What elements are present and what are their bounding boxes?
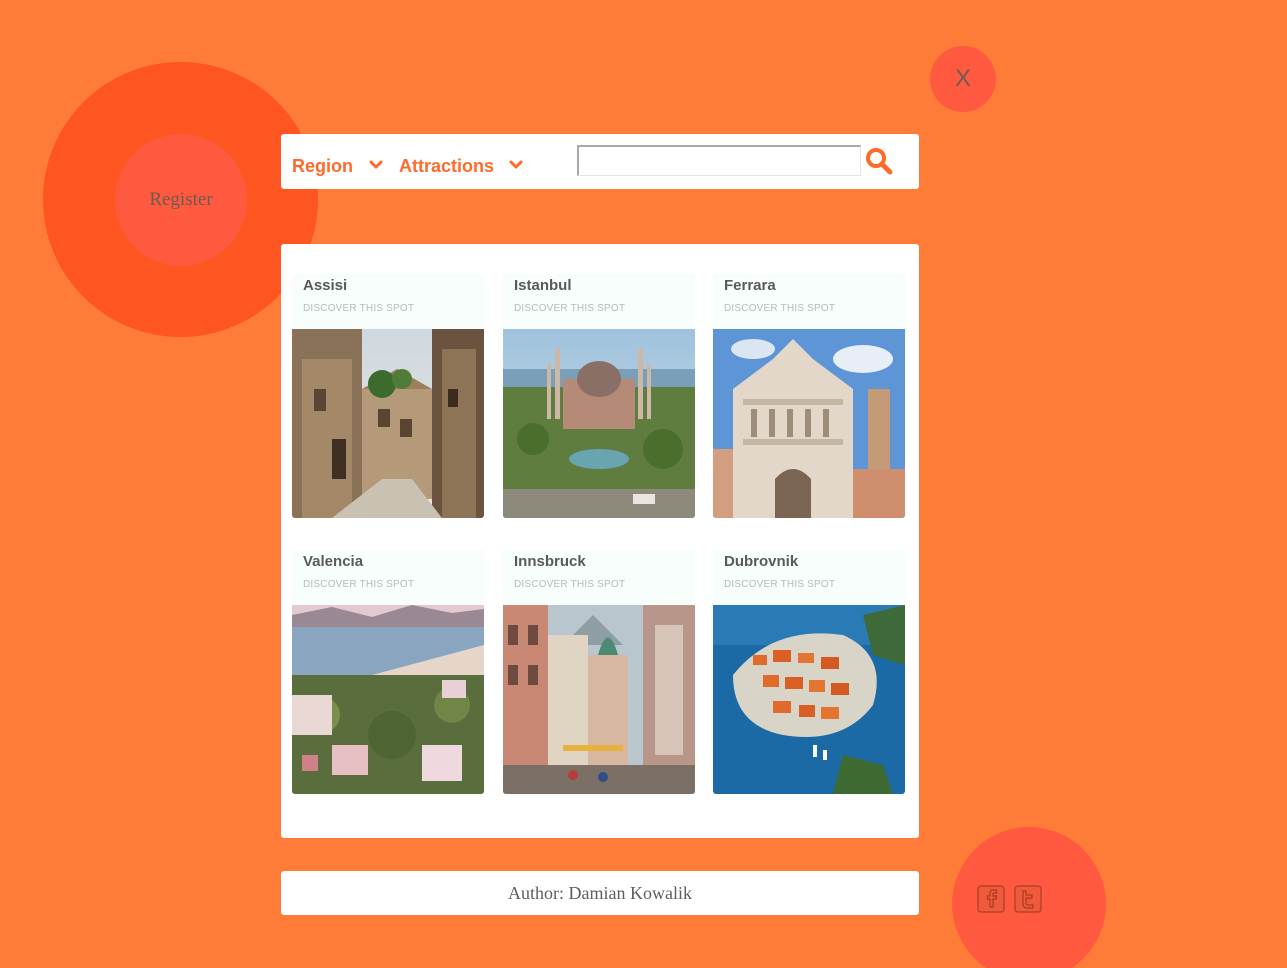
card-title: Istanbul: [514, 277, 572, 294]
close-button[interactable]: X: [930, 46, 996, 112]
card-subtitle: DISCOVER THIS SPOT: [514, 579, 626, 590]
destination-card-assisi[interactable]: Assisi DISCOVER THIS SPOT: [292, 274, 484, 518]
card-header: Dubrovnik DISCOVER THIS SPOT: [713, 550, 905, 605]
card-header: Innsbruck DISCOVER THIS SPOT: [503, 550, 695, 605]
twitter-icon[interactable]: [1014, 885, 1042, 913]
destinations-panel: Assisi DISCOVER THIS SPOT Istanbul DISCO…: [281, 244, 919, 838]
card-header: Istanbul DISCOVER THIS SPOT: [503, 274, 695, 329]
search-icon[interactable]: [864, 146, 894, 176]
dubrovnik-photo[interactable]: [713, 605, 905, 794]
page: Register X Region Attractions Assisi DIS…: [0, 0, 1287, 968]
nav-attractions-dropdown[interactable]: Attractions: [399, 156, 494, 177]
destination-card-valencia[interactable]: Valencia DISCOVER THIS SPOT: [292, 550, 484, 794]
card-subtitle: DISCOVER THIS SPOT: [303, 303, 415, 314]
card-subtitle: DISCOVER THIS SPOT: [514, 303, 626, 314]
card-header: Valencia DISCOVER THIS SPOT: [292, 550, 484, 605]
chevron-down-icon[interactable]: [369, 158, 383, 172]
facebook-icon[interactable]: [977, 885, 1005, 913]
destination-card-dubrovnik[interactable]: Dubrovnik DISCOVER THIS SPOT: [713, 550, 905, 794]
card-subtitle: DISCOVER THIS SPOT: [724, 303, 836, 314]
card-header: Assisi DISCOVER THIS SPOT: [292, 274, 484, 329]
card-subtitle: DISCOVER THIS SPOT: [724, 579, 836, 590]
chevron-down-icon[interactable]: [509, 158, 523, 172]
card-title: Assisi: [303, 277, 348, 294]
card-header: Ferrara DISCOVER THIS SPOT: [713, 274, 905, 329]
destination-card-ferrara[interactable]: Ferrara DISCOVER THIS SPOT: [713, 274, 905, 518]
footer-author: Author: Damian Kowalik: [281, 871, 919, 915]
destination-card-istanbul[interactable]: Istanbul DISCOVER THIS SPOT: [503, 274, 695, 518]
card-title: Ferrara: [724, 277, 776, 294]
card-subtitle: DISCOVER THIS SPOT: [303, 579, 415, 590]
istanbul-photo[interactable]: [503, 329, 695, 518]
ferrara-photo[interactable]: [713, 329, 905, 518]
navigation-bar: Region Attractions: [281, 134, 919, 189]
card-title: Dubrovnik: [724, 553, 799, 570]
innsbruck-photo[interactable]: [503, 605, 695, 794]
card-title: Valencia: [303, 553, 364, 570]
search-input[interactable]: [577, 145, 861, 176]
destination-card-innsbruck[interactable]: Innsbruck DISCOVER THIS SPOT: [503, 550, 695, 794]
card-title: Innsbruck: [514, 553, 586, 570]
valencia-photo[interactable]: [292, 605, 484, 794]
register-button[interactable]: Register: [115, 134, 247, 266]
author-text: Author: Damian Kowalik: [508, 882, 692, 903]
nav-region-dropdown[interactable]: Region: [292, 156, 353, 177]
assisi-photo[interactable]: [292, 329, 484, 518]
